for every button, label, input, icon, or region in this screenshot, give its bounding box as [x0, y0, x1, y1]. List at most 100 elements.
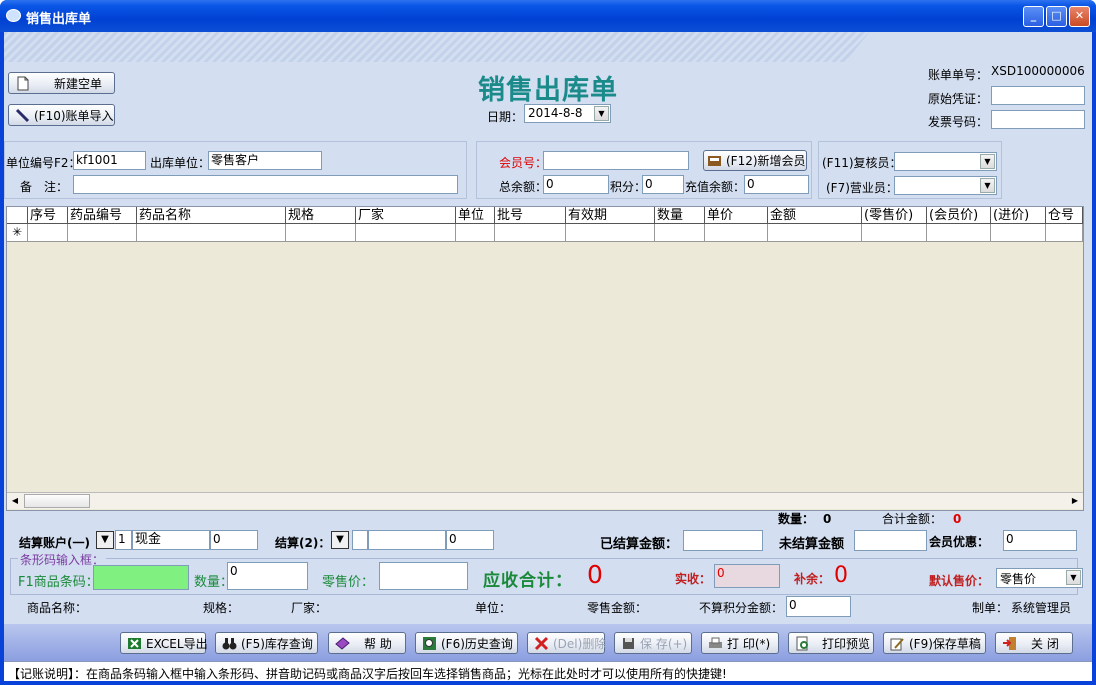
factory-label: 厂家：	[291, 601, 328, 615]
balance-input[interactable]: 0	[543, 175, 609, 194]
new-blank-button[interactable]: 新建空单	[8, 72, 115, 94]
scroll-right-icon[interactable]: ▶	[1068, 494, 1082, 508]
maker-value: 系统管理员	[1011, 601, 1072, 615]
scroll-left-icon[interactable]: ◀	[8, 494, 22, 508]
grid-cell[interactable]	[356, 224, 456, 242]
grid-cell[interactable]	[28, 224, 68, 242]
column-header[interactable]: (零售价)	[862, 207, 927, 224]
grid-cell[interactable]	[927, 224, 991, 242]
grid-cell[interactable]	[768, 224, 862, 242]
chevron-down-icon[interactable]: ▼	[980, 154, 995, 169]
delete-button[interactable]: (Del)删除	[527, 632, 606, 654]
quantity-input[interactable]: 0	[227, 562, 308, 590]
column-header[interactable]: 单价	[705, 207, 768, 224]
maximize-button[interactable]: □	[1046, 6, 1067, 27]
grid-cell[interactable]	[705, 224, 768, 242]
unit-code-input[interactable]: kf1001	[73, 151, 146, 170]
column-header[interactable]: (会员价)	[927, 207, 991, 224]
settled-input[interactable]	[683, 530, 763, 551]
scroll-thumb[interactable]	[24, 494, 90, 508]
column-header[interactable]: 药品编号	[68, 207, 137, 224]
column-header[interactable]: 单位	[456, 207, 495, 224]
grid-cell[interactable]	[495, 224, 566, 242]
settle2-no[interactable]	[352, 530, 368, 550]
settle2-dropdown-icon[interactable]: ▼	[331, 531, 349, 549]
column-header[interactable]: 仓号	[1046, 207, 1083, 224]
invoice-input[interactable]	[991, 110, 1085, 129]
original-voucher-input[interactable]	[991, 86, 1085, 105]
column-header[interactable]: 厂家	[356, 207, 456, 224]
member-discount-label: 会员优惠：	[929, 535, 990, 549]
exit-door-icon	[1002, 636, 1017, 651]
column-header[interactable]: 金额	[768, 207, 862, 224]
settle-account-amount[interactable]: 0	[210, 530, 258, 550]
member-no-input[interactable]	[543, 151, 689, 170]
column-header[interactable]: (进价)	[991, 207, 1046, 224]
non-points-input[interactable]: 0	[786, 596, 851, 617]
column-header[interactable]: 有效期	[566, 207, 655, 224]
received-input[interactable]: 0	[714, 564, 780, 588]
column-header[interactable]: 药品名称	[137, 207, 286, 224]
grid-cell[interactable]	[862, 224, 927, 242]
print-preview-button[interactable]: 打印预览	[788, 632, 874, 654]
close-window-button[interactable]: ✕	[1069, 6, 1090, 27]
settle-account-dropdown-icon[interactable]: ▼	[96, 531, 114, 549]
reviewer-select[interactable]: ▼	[894, 152, 997, 171]
status-bar: 【记账说明】：在商品条码输入框中输入条形码、拼音助记码或商品汉字后按回车选择销售…	[4, 661, 1092, 681]
chevron-down-icon[interactable]: ▼	[1066, 570, 1081, 585]
save-button[interactable]: 保 存(+)	[614, 632, 692, 654]
preview-icon	[795, 636, 810, 651]
add-member-button[interactable]: (F12)新增会员	[703, 150, 807, 171]
excel-export-button[interactable]: EXCEL导出	[120, 632, 208, 654]
grid-cell[interactable]	[1046, 224, 1083, 242]
date-value: 2014-8-8	[528, 106, 583, 120]
stock-query-button[interactable]: (F5)库存查询	[215, 632, 318, 654]
member-card-icon	[707, 153, 722, 168]
save-draft-button[interactable]: (F9)保存草稿	[883, 632, 986, 654]
grid-cell[interactable]	[566, 224, 655, 242]
minimize-button[interactable]: _	[1023, 6, 1044, 27]
original-voucher-label: 原始凭证：	[928, 92, 989, 106]
retail-price-input[interactable]	[379, 562, 468, 590]
out-unit-input[interactable]: 零售客户	[208, 151, 322, 170]
settle-account-name[interactable]: 现金	[132, 530, 210, 550]
points-input[interactable]: 0	[642, 175, 684, 194]
settle2-name[interactable]	[368, 530, 446, 550]
settle2-amount[interactable]: 0	[446, 530, 494, 550]
clerk-select[interactable]: ▼	[894, 176, 997, 195]
column-header[interactable]: 序号	[28, 207, 68, 224]
print-button[interactable]: 打 印(*)	[701, 632, 779, 654]
items-grid[interactable]: 序号 药品编号 药品名称 规格 厂家 单位 批号 有效期 数量 单价 金额 (零…	[6, 206, 1084, 511]
remark-input[interactable]	[73, 175, 458, 194]
date-picker[interactable]: 2014-8-8 ▼	[524, 104, 611, 123]
receivable-label: 应收合计：	[483, 571, 573, 591]
horizontal-scrollbar[interactable]: ◀ ▶	[7, 492, 1083, 509]
save-draft-label: (F9)保存草稿	[909, 636, 981, 651]
add-member-label: (F12)新增会员	[726, 154, 806, 168]
column-header[interactable]: 规格	[286, 207, 356, 224]
grid-cell[interactable]	[456, 224, 495, 242]
unsettled-input[interactable]	[854, 530, 927, 551]
chevron-down-icon[interactable]: ▼	[594, 106, 609, 121]
settle-account-no[interactable]: 1	[115, 530, 132, 550]
print-preview-label: 打印预览	[822, 636, 871, 651]
import-bill-button[interactable]: (F10)账单导入	[8, 104, 115, 126]
grid-cell[interactable]	[68, 224, 137, 242]
title-bar[interactable]	[0, 0, 1096, 32]
default-price-select[interactable]: 零售价 ▼	[996, 568, 1083, 588]
grid-cell[interactable]	[655, 224, 705, 242]
recharge-input[interactable]: 0	[744, 175, 809, 194]
help-button[interactable]: 帮 助	[328, 632, 406, 654]
history-query-button[interactable]: (F6)历史查询	[415, 632, 518, 654]
column-header[interactable]: 批号	[495, 207, 566, 224]
stock-query-label: (F5)库存查询	[241, 636, 313, 651]
grid-cell[interactable]	[286, 224, 356, 242]
barcode-input[interactable]	[93, 565, 189, 590]
chevron-down-icon[interactable]: ▼	[980, 178, 995, 193]
member-discount-input[interactable]: 0	[1003, 530, 1077, 551]
grid-cell[interactable]	[137, 224, 286, 242]
grid-cell[interactable]	[991, 224, 1046, 242]
close-button[interactable]: 关 闭	[995, 632, 1073, 654]
invoice-label: 发票号码：	[928, 115, 989, 129]
column-header[interactable]: 数量	[655, 207, 705, 224]
